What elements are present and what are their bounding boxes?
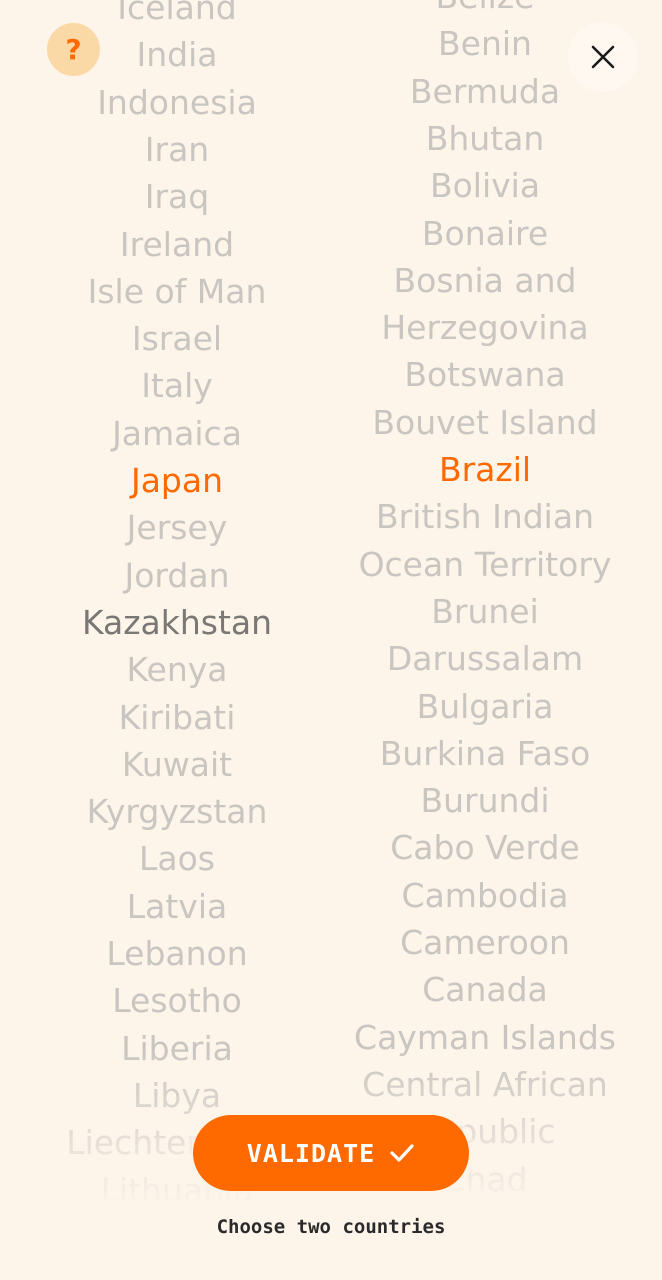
checkmark-icon — [390, 1144, 414, 1162]
country-option[interactable]: Liberia — [20, 1025, 334, 1072]
country-option[interactable]: Ocean Territory — [330, 541, 640, 588]
country-option[interactable]: Israel — [20, 315, 334, 362]
country-list-left[interactable]: Iceland India Indonesia Iran Iraq Ireland Isle… — [20, 0, 334, 1200]
country-option[interactable]: Cabo Verde — [330, 824, 640, 871]
country-option[interactable]: Burkina Faso — [330, 730, 640, 777]
country-option[interactable]: Bouvet Island — [330, 399, 640, 446]
country-option[interactable]: British Indian — [330, 493, 640, 540]
country-option[interactable]: Kenya — [20, 646, 334, 693]
country-option[interactable]: Brazil — [330, 446, 640, 493]
country-option[interactable]: Canada — [330, 966, 640, 1013]
country-option[interactable]: Cameroon — [330, 919, 640, 966]
close-button[interactable] — [568, 22, 638, 92]
country-option[interactable]: Burundi — [330, 777, 640, 824]
country-option[interactable]: Darussalam — [330, 635, 640, 682]
validate-label: VALIDATE — [246, 1138, 376, 1168]
country-option[interactable]: Kuwait — [20, 741, 334, 788]
country-option[interactable]: Lesotho — [20, 977, 334, 1024]
country-option[interactable]: Bulgaria — [330, 683, 640, 730]
country-option[interactable]: Isle of Man — [20, 268, 334, 315]
country-option[interactable]: Lebanon — [20, 930, 334, 977]
country-option[interactable]: Kazakhstan — [20, 599, 334, 646]
country-option[interactable]: Belize — [330, 0, 640, 20]
country-list-right[interactable]: BelizeBeninBermudaBhutanBoliviaBonaireBo… — [330, 0, 640, 1200]
country-option[interactable]: Jordan — [20, 552, 334, 599]
country-option[interactable]: Italy — [20, 362, 334, 409]
country-option[interactable]: Bolivia — [330, 162, 640, 209]
country-option[interactable]: Jersey — [20, 504, 334, 551]
country-option[interactable]: Kyrgyzstan — [20, 788, 334, 835]
country-option[interactable]: Herzegovina — [330, 304, 640, 351]
country-option[interactable]: Brunei — [330, 588, 640, 635]
close-icon — [591, 45, 615, 69]
country-option[interactable]: Bonaire — [330, 210, 640, 257]
country-option[interactable]: Ireland — [20, 221, 334, 268]
country-option[interactable]: Jamaica — [20, 410, 334, 457]
instruction-text: Choose two countries — [216, 1216, 446, 1238]
country-option[interactable]: Laos — [20, 835, 334, 882]
country-option[interactable]: Latvia — [20, 883, 334, 930]
country-option[interactable]: Central African — [330, 1061, 640, 1108]
country-option[interactable]: Bosnia and — [330, 257, 640, 304]
country-option[interactable]: Kiribati — [20, 694, 334, 741]
country-option[interactable]: Cambodia — [330, 872, 640, 919]
help-button[interactable]: ? — [47, 23, 100, 76]
country-option[interactable]: Indonesia — [20, 79, 334, 126]
question-mark-icon: ? — [65, 33, 82, 66]
country-option[interactable]: Bhutan — [330, 115, 640, 162]
country-option[interactable]: Libya — [20, 1072, 334, 1119]
country-option[interactable]: Cayman Islands — [330, 1014, 640, 1061]
country-option[interactable]: Iraq — [20, 173, 334, 220]
country-option[interactable]: Japan — [20, 457, 334, 504]
validate-button[interactable]: VALIDATE — [193, 1115, 469, 1191]
country-option[interactable]: Botswana — [330, 351, 640, 398]
country-option[interactable]: Iran — [20, 126, 334, 173]
